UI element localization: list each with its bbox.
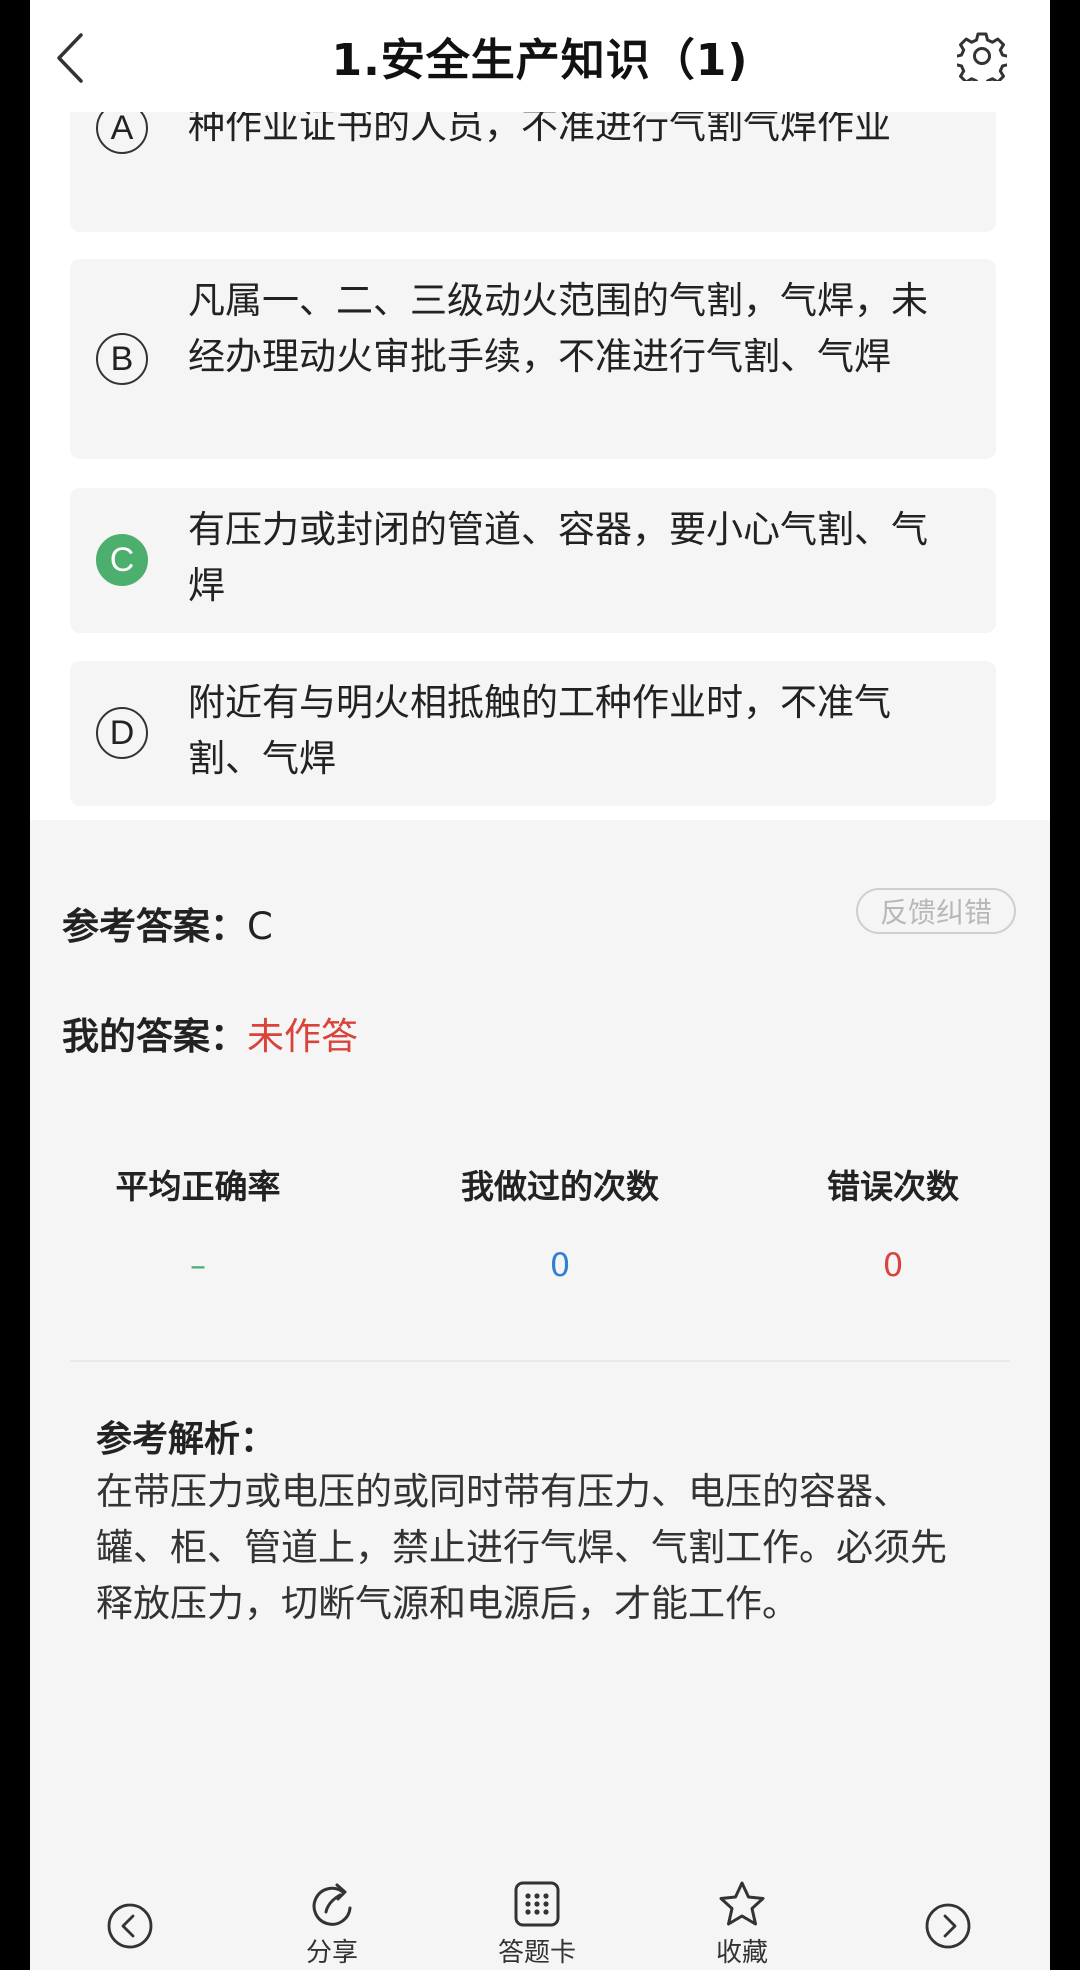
chevron-right-circle-icon [925,1903,971,1949]
divider [70,1360,1010,1362]
prev-question-button[interactable] [106,1902,154,1950]
page-title: 1.安全生产知识（1) [331,35,749,86]
wrong-count-value: 0 [882,1246,904,1284]
options-area: A 种作业证书的人员，不准进行气割气焊作业 B 凡属一、二、三级动火范围的气割，… [30,112,1050,820]
option-letter-correct: C [96,534,148,586]
option-c[interactable]: C 有压力或封闭的管道、容器，要小心气割、气焊 [70,488,996,633]
option-text: 种作业证书的人员，不准进行气割气焊作业 [188,112,891,147]
option-text: 附近有与明火相抵触的工种作业时，不准气割、气焊 [188,681,891,780]
wrong-count-label: 错误次数 [827,1167,959,1206]
explanation-title: 参考解析： [96,1419,277,1460]
option-a[interactable]: A 种作业证书的人员，不准进行气割气焊作业 [70,112,996,232]
gear-icon [957,32,1007,81]
favorite-button[interactable]: 收藏 [716,1880,768,1969]
option-text: 有压力或封闭的管道、容器，要小心气割、气焊 [188,508,928,607]
answer-card-button[interactable]: 答题卡 [498,1880,576,1969]
favorite-label: 收藏 [716,1938,769,1968]
option-letter: B [96,333,148,385]
star-icon [719,1881,765,1926]
header: 1.安全生产知识（1) [30,0,1050,112]
share-label: 分享 [306,1938,359,1968]
screen: 1.安全生产知识（1) A 种作业证书的人员，不准进行气割气焊作业 B 凡属一、… [30,0,1050,1970]
done-count-value: 0 [549,1246,571,1284]
reference-answer: 参考答案：C [62,896,273,950]
my-answer: 我的答案：未作答 [62,1006,358,1060]
my-answer-label: 我的答案： [62,1015,247,1058]
settings-button[interactable] [954,28,1010,84]
next-question-button[interactable] [924,1902,972,1950]
answer-area: 参考答案：C 反馈纠错 我的答案：未作答 平均正确率 我做过的次数 错误次数 –… [30,820,1050,1970]
my-answer-value: 未作答 [247,1015,358,1058]
option-d[interactable]: D 附近有与明火相抵触的工种作业时，不准气割、气焊 [70,661,996,806]
option-letter: A [96,112,148,154]
reference-answer-label: 参考答案： [62,905,247,948]
share-icon [312,1883,352,1926]
done-count-label: 我做过的次数 [461,1167,659,1206]
reference-answer-value: C [247,905,273,948]
share-button[interactable]: 分享 [306,1880,358,1969]
explanation-text: 在带压力或电压的或同时带有压力、电压的容器、罐、柜、管道上，禁止进行气焊、气割工… [96,1470,947,1625]
option-letter: D [96,707,148,759]
option-text: 凡属一、二、三级动火范围的气割，气焊，未经办理动火审批手续，不准进行气割、气焊 [188,279,928,378]
accuracy-label: 平均正确率 [115,1167,281,1206]
option-b[interactable]: B 凡属一、二、三级动火范围的气割，气焊，未经办理动火审批手续，不准进行气割、气… [70,259,996,459]
accuracy-value: – [190,1246,206,1284]
stats-panel: 平均正确率 我做过的次数 错误次数 – 0 0 [30,1160,1050,1320]
chevron-left-circle-icon [107,1903,153,1949]
answer-card-label: 答题卡 [498,1938,577,1968]
feedback-button[interactable]: 反馈纠错 [856,888,1016,934]
bottom-toolbar: 分享 答题卡 收藏 [30,1860,1050,1970]
grid-icon [514,1881,560,1927]
